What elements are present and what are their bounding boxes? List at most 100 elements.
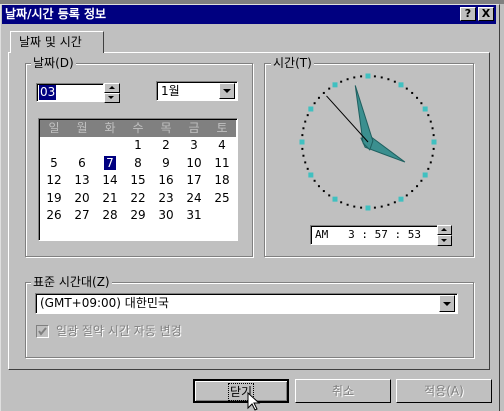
calendar-day[interactable]: 9 [152, 155, 180, 172]
clock-minute-mark [322, 91, 325, 94]
clock-minute-hand [354, 85, 374, 151]
timezone-dropdown-button[interactable] [439, 295, 455, 312]
calendar-day[interactable]: 7 [96, 155, 124, 172]
clock-minute-mark [346, 203, 349, 206]
calendar-day[interactable]: 5 [40, 155, 68, 172]
weekday-header: 월 [76, 121, 88, 135]
calendar-day[interactable]: 30 [152, 207, 180, 224]
calendar-grid: 일월화수목금토 1 2 3 4 5 6 7 8 9 10 11 12 13 14 15 16 17 18 19 20 2… [38, 118, 238, 241]
calendar-day[interactable]: 18 [208, 172, 236, 189]
calendar-day[interactable]: 12 [40, 172, 68, 189]
calendar-day[interactable]: 31 [180, 207, 208, 224]
calendar-day[interactable]: 21 [96, 190, 124, 207]
tab-date-time[interactable]: 날짜 및 시간 [10, 31, 104, 53]
clock-minute-mark [429, 120, 432, 123]
clock-hour-mark [422, 172, 428, 178]
cancel-button[interactable]: 취소 [295, 379, 391, 403]
time-input[interactable]: AM 3 : 57 : 53 [310, 225, 438, 245]
clock-minute-mark [353, 205, 356, 208]
calendar-day[interactable]: 4 [208, 137, 236, 154]
clock-minute-mark [313, 102, 316, 105]
clock-minute-mark [313, 179, 316, 182]
calendar-day[interactable]: 16 [152, 172, 180, 189]
clock-hour-mark [422, 106, 428, 112]
year-input[interactable]: 03 [36, 83, 104, 102]
selected-day-highlight: 7 [104, 155, 116, 170]
year-spin-up[interactable] [104, 83, 120, 93]
chevron-up-icon [109, 86, 115, 89]
calendar-day[interactable]: 23 [152, 190, 180, 207]
mouse-cursor-icon [247, 392, 261, 411]
clock-minute-mark [405, 87, 408, 90]
month-select[interactable]: 1월 [156, 81, 238, 101]
clock-hour-mark [398, 196, 404, 202]
calendar-day[interactable]: 26 [40, 207, 68, 224]
close-button[interactable]: 닫기 [193, 379, 289, 403]
apply-button[interactable]: 적용(A) [396, 379, 492, 403]
clock-minute-mark [380, 205, 383, 208]
checkmark-icon [38, 327, 47, 336]
analog-clock [299, 73, 437, 211]
clock-hour-mark [308, 106, 314, 112]
calendar-day[interactable]: 8 [124, 155, 152, 172]
title-bar[interactable]: 날짜/시간 등록 정보 ? X [2, 5, 496, 24]
clock-minute-mark [420, 102, 423, 105]
weekday-header: 목 [160, 121, 172, 135]
calendar-day[interactable]: 15 [124, 172, 152, 189]
help-button[interactable]: ? [460, 7, 476, 21]
apply-button-label: 적용(A) [424, 384, 464, 398]
calendar-day[interactable]: 13 [68, 172, 96, 189]
time-spin-up[interactable] [437, 225, 452, 235]
chevron-down-icon [441, 239, 447, 242]
clock-minute-mark [317, 96, 320, 99]
calendar-day[interactable]: 17 [180, 172, 208, 189]
calendar-day[interactable]: 2 [152, 137, 180, 154]
clock-hour-mark [332, 82, 338, 88]
chevron-up-icon [441, 228, 447, 231]
calendar-day[interactable]: 25 [208, 190, 236, 207]
calendar-day[interactable]: 6 [68, 155, 96, 172]
close-window-button[interactable]: X [478, 7, 494, 21]
clock-minute-mark [411, 190, 414, 193]
weekday-header: 금 [188, 121, 200, 135]
clock-minute-mark [317, 185, 320, 188]
calendar-day[interactable]: 3 [180, 137, 208, 154]
time-group-label: 시간(T) [271, 56, 314, 70]
calendar-day[interactable]: 1 [124, 137, 152, 154]
calendar-weekday-header: 일월화수목금토 [40, 120, 236, 137]
clock-minute-mark [373, 206, 376, 209]
weekday-header: 수 [132, 121, 144, 135]
calendar-day[interactable]: 28 [96, 207, 124, 224]
clock-hour-mark [365, 205, 371, 211]
calendar-day[interactable]: 10 [180, 155, 208, 172]
time-value: AM 3 : 57 : 53 [315, 228, 421, 241]
clock-minute-mark [387, 78, 390, 81]
calendar-day[interactable]: 20 [68, 190, 96, 207]
clock-minute-mark [306, 114, 309, 117]
clock-minute-mark [301, 134, 304, 137]
calendar-day[interactable]: 24 [180, 190, 208, 207]
clock-minute-mark [301, 147, 304, 150]
chevron-down-icon [443, 302, 451, 306]
clock-minute-mark [340, 80, 343, 83]
clock-minute-mark [416, 96, 419, 99]
clock-minute-mark [302, 127, 305, 130]
clock-minute-mark [393, 80, 396, 83]
calendar-day[interactable]: 29 [124, 207, 152, 224]
calendar-day[interactable]: 11 [208, 155, 236, 172]
clock-minute-mark [306, 167, 309, 170]
timezone-value: (GMT+09:00) 대한민국 [40, 296, 169, 310]
cancel-button-label: 취소 [331, 384, 355, 398]
clock-minute-mark [380, 76, 383, 79]
month-dropdown-button[interactable] [219, 83, 235, 99]
calendar-day[interactable]: 27 [68, 207, 96, 224]
clock-minute-mark [340, 201, 343, 204]
calendar-day[interactable]: 22 [124, 190, 152, 207]
year-spin-down[interactable] [104, 93, 120, 103]
clock-minute-mark [432, 134, 435, 137]
time-spin-down[interactable] [437, 235, 452, 246]
calendar-day[interactable]: 19 [40, 190, 68, 207]
dst-checkbox[interactable] [36, 325, 49, 338]
timezone-select[interactable]: (GMT+09:00) 대한민국 [35, 293, 458, 314]
calendar-day[interactable]: 14 [96, 172, 124, 189]
